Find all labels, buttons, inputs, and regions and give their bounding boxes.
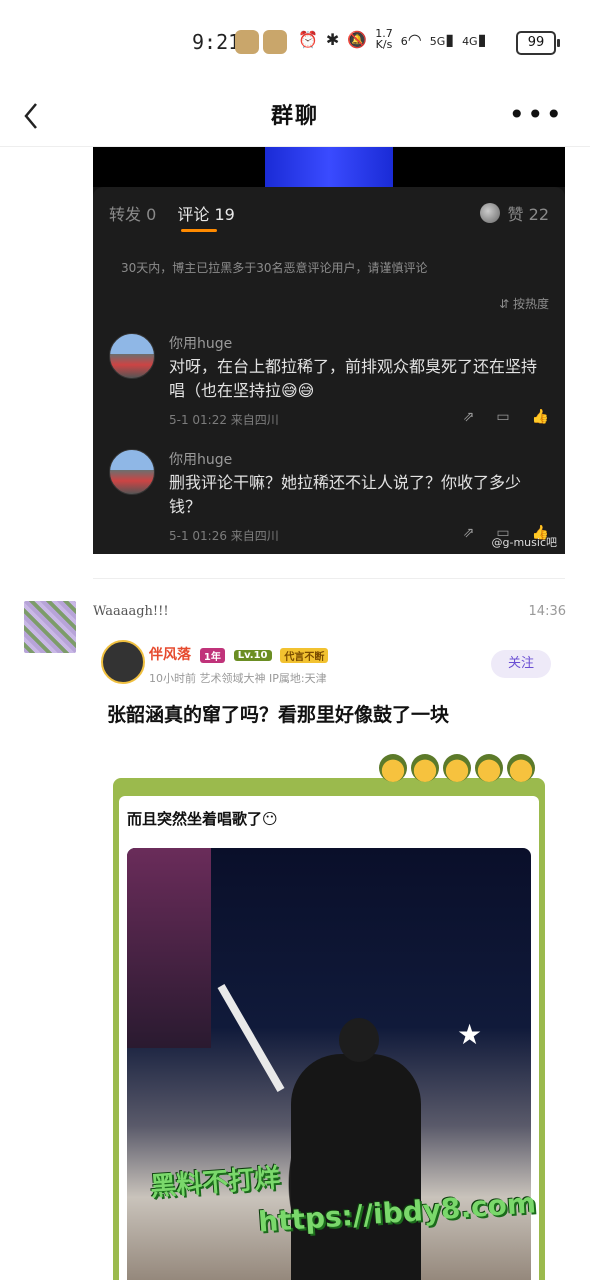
alarm-icon: ⏰ — [298, 29, 318, 49]
comment-text: 删我评论干嘛？她拉稀还不让人说了？你收了多少钱？ — [169, 473, 522, 516]
battery-icon: 99 — [516, 31, 560, 55]
comment-panel: 转发 0 评论 19 赞 22 30天内，博主已拉黑多于30名恶意评论用户，请谨… — [93, 187, 565, 554]
post-author: 伴风落 1年 Lv.10 代言不断 — [149, 644, 329, 664]
message-divider — [93, 578, 565, 579]
badge-year: 1年 — [199, 647, 225, 663]
stage-screen — [127, 848, 211, 1048]
image-top-strip — [93, 147, 565, 187]
comment-meta: 5-1 01:22 来自四川 — [169, 413, 279, 427]
comment-actions: ⇗ ▭ 👍 — [463, 409, 549, 425]
comment-meta: 5-1 01:26 来自四川 — [169, 529, 279, 543]
page-title: 群聊 — [270, 104, 319, 129]
wifi-icon: 6◠ — [400, 29, 422, 49]
message-image-comments[interactable]: 转发 0 评论 19 赞 22 30天内，博主已拉黑多于30名恶意评论用户，请谨… — [93, 147, 565, 554]
reply-icon: ▭ — [496, 409, 510, 425]
lightstick — [217, 984, 285, 1092]
post-headline: 张韶涵真的窜了吗？看那里好像鼓了一块 — [107, 704, 450, 726]
comment-text: 对呀，在台上都拉稀了，前排观众都臭死了还在坚持唱（也在坚持拉😅😅 — [169, 357, 538, 400]
avatar — [109, 333, 155, 379]
avatar — [479, 203, 500, 223]
comment-item: 你用huge 删我评论干嘛？她拉稀还不让人说了？你收了多少钱？ 5-1 01:2… — [109, 449, 549, 549]
badge-level: Lv.10 — [233, 649, 272, 661]
card-caption: 而且突然坐着唱歌了😶 — [127, 810, 278, 828]
bluetooth-icon: ✱ — [325, 29, 340, 49]
tab-repost: 转发 0 — [109, 205, 157, 224]
star-sign: ★ — [457, 1018, 483, 1051]
post-meta: 10小时前 艺术领域大神 IP属地:天津 — [149, 672, 327, 685]
status-icons: ⏰ ✱ 🔕 1.7 K/s 6◠ 5G▮ 4G▮ — [298, 28, 486, 50]
more-dots-icon[interactable]: ••• — [508, 101, 564, 129]
image-watermark: @g-music吧 — [491, 536, 557, 549]
nav-bar: 群聊 ••• — [0, 88, 590, 147]
share-icon: ⇗ — [462, 409, 475, 425]
message-time: 14:36 — [528, 604, 566, 619]
soldier-decoration — [379, 754, 535, 782]
avatar[interactable] — [24, 601, 76, 653]
blacklist-notice: 30天内，博主已拉黑多于30名恶意评论用户，请谨慎评论 — [121, 261, 428, 275]
likes-count: 赞 22 — [479, 201, 549, 225]
follow-button: 关注 — [491, 650, 551, 678]
comment-tabs: 转发 0 评论 19 — [109, 201, 235, 225]
signal-4g-icon: 4G▮ — [462, 29, 487, 49]
avatar — [109, 449, 155, 495]
comment-item: 你用huge 对呀，在台上都拉稀了，前排观众都臭死了还在坚持唱（也在坚持拉😅😅 … — [109, 333, 549, 433]
tab-comment: 评论 19 — [177, 205, 235, 224]
comment-username: 你用huge — [169, 336, 233, 352]
app-notification-icon — [263, 30, 287, 54]
network-speed: 1.7 K/s — [375, 27, 393, 51]
performer-head — [339, 1018, 379, 1062]
avatar — [101, 640, 145, 684]
mute-icon: 🔕 — [347, 29, 368, 49]
sort-by-hot: ⇵ 按热度 — [499, 297, 549, 311]
stage-screen — [265, 147, 393, 187]
badge-star: 代言不断 — [280, 647, 329, 663]
performer-figure — [291, 1018, 421, 1280]
signal-5g-icon: 5G▮ — [429, 29, 455, 49]
message-text: Waaaagh!!! — [93, 604, 169, 619]
status-bar: 9:21 ⏰ ✱ 🔕 1.7 K/s 6◠ 5G▮ 4G▮ 99 — [0, 0, 590, 88]
tab-underline — [181, 229, 217, 232]
comment-username: 你用huge — [169, 452, 233, 468]
status-time: 9:21 — [192, 30, 241, 54]
share-icon: ⇗ — [462, 525, 475, 541]
like-icon: 👍 — [531, 409, 549, 425]
app-notification-icon — [235, 30, 259, 54]
